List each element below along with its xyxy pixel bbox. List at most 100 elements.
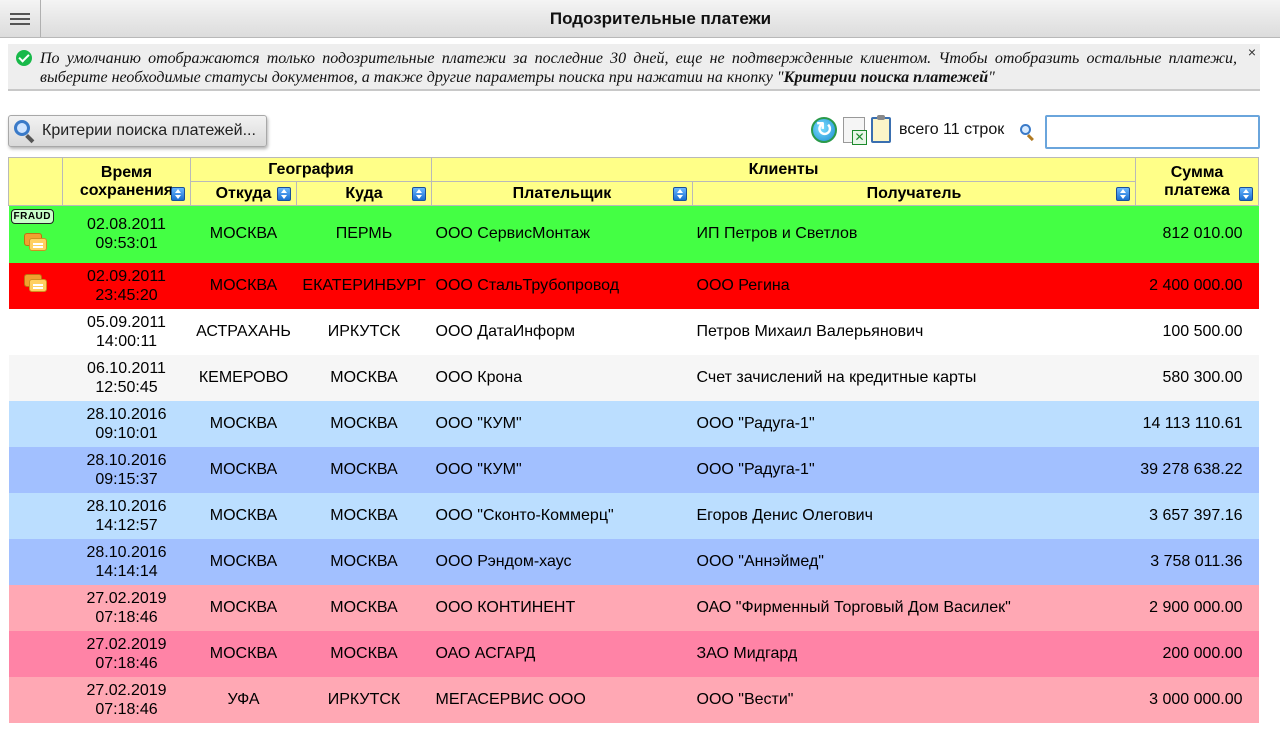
close-icon[interactable]: × [1248,44,1256,60]
table-row[interactable]: 27.02.2019 07:18:46 МОСКВА МОСКВА ОАО АСГАРД… [8,630,1259,677]
sort-icon[interactable] [1116,187,1131,201]
payer-cell: ООО ДатаИнформ [435,322,576,340]
header-payer-label: Плательщик [512,184,612,202]
flag-cell [9,493,63,539]
table-row[interactable]: 28.10.2016 14:12:57 МОСКВА МОСКВА ООО "Сконт… [8,492,1259,539]
table-row[interactable]: 28.10.2016 09:15:37 МОСКВА МОСКВА ООО "КУМ" О… [8,446,1259,493]
table-row[interactable]: 06.10.2011 12:50:45 КЕМЕРОВО МОСКВА ООО Крон… [8,354,1259,401]
recipient-cell: ООО "Радуга-1" [696,460,815,478]
payer-cell: ООО Рэндом-хаус [435,552,572,570]
flag-cell [9,447,63,493]
from-cell: МОСКВА [209,598,278,616]
recipient-cell: ОАО "Фирменный Торговый Дом Василек" [696,598,1011,616]
saved-time: 14:14:14 [95,562,158,580]
flag-cell [9,401,63,447]
header-time-label: Время сохранения [79,163,174,199]
header-to-label: Куда [345,184,383,202]
saved-date: 28.10.2016 [86,543,167,561]
refresh-icon[interactable] [811,117,837,143]
toolbar-icons: всего 11 строк [811,115,1004,145]
export-excel-icon[interactable] [843,117,867,145]
amount-cell: 3 758 011.36 [1150,552,1243,570]
sort-icon[interactable] [277,187,291,201]
table-row[interactable]: 27.02.2019 07:18:46 МОСКВА МОСКВА ООО КОНТИН… [8,584,1259,631]
from-cell: МОСКВА [209,225,278,243]
comments-icon[interactable] [23,273,48,294]
amount-cell: 3 657 397.16 [1149,506,1243,524]
amount-cell: 14 113 110.61 [1142,414,1243,432]
search-criteria-button[interactable]: Критерии поиска платежей... [8,115,267,147]
payer-cell: ООО СервисМонтаж [435,225,591,243]
header-recipient-label: Получатель [866,184,962,202]
saved-date: 02.09.2011 [87,267,166,285]
recipient-cell: Петров Михаил Валерьянович [696,322,924,340]
header-recipient[interactable]: Получатель [691,181,1137,206]
from-cell: МОСКВА [209,506,278,524]
sort-icon[interactable] [412,187,426,201]
flag-cell: FRAUD [9,206,63,263]
notice-criteria-link: Критерии поиска платежей [783,69,989,86]
to-cell: МОСКВА [330,414,398,432]
info-notice: По умолчанию отображаются только подозри… [8,44,1260,91]
fraud-badge: FRAUD [10,209,54,224]
saved-time: 14:12:57 [95,516,158,534]
sort-icon[interactable] [171,187,185,201]
notice-text-body: По умолчанию отображаются только подозри… [40,50,1237,86]
clipboard-icon[interactable] [871,115,891,143]
table-row[interactable]: FRAUD 02.08.2011 09:53:01 МОСКВА ПЕРМЬ ООО Се… [8,205,1259,263]
time-cell: 27.02.2019 07:18:46 [63,585,191,631]
saved-time: 07:18:46 [95,608,158,626]
comments-icon[interactable] [23,233,48,253]
to-cell: МОСКВА [330,598,398,616]
from-cell: МОСКВА [209,644,278,662]
saved-date: 28.10.2016 [86,405,167,423]
sort-icon[interactable] [1239,187,1254,201]
sort-icon[interactable] [673,187,687,201]
saved-date: 27.02.2019 [86,681,167,699]
to-cell: ЕКАТЕРИНБУРГ [302,276,426,294]
header-amount[interactable]: Сумма платежа [1135,157,1260,206]
from-cell: КЕМЕРОВО [198,368,289,386]
amount-cell: 100 500.00 [1162,322,1243,340]
to-cell: МОСКВА [330,506,398,524]
flag-cell [9,355,63,401]
recipient-cell: Егоров Денис Олегович [696,506,873,524]
to-cell: МОСКВА [330,552,398,570]
time-cell: 27.02.2019 07:18:46 [63,677,191,723]
time-cell: 02.08.2011 09:53:01 [63,206,191,263]
magnifier-icon [13,119,37,144]
flag-cell [9,631,63,677]
amount-cell: 812 010.00 [1162,225,1243,243]
table-row[interactable]: 27.02.2019 07:18:46 УФА ИРКУТСК МЕГАСЕРВИС О… [8,676,1259,723]
table-row[interactable]: 02.09.2011 23:45:20 МОСКВА ЕКАТЕРИНБУРГ ООО … [8,262,1259,309]
table-row[interactable]: 05.09.2011 14:00:11 АСТРАХАНЬ ИРКУТСК ООО Да… [8,308,1259,355]
search-input[interactable] [1045,115,1260,149]
header-time[interactable]: Время сохранения [62,157,191,206]
page-title: Подозрительные платежи [549,9,772,28]
header-clients: Клиенты [430,157,1137,182]
to-cell: ИРКУТСК [327,322,401,340]
to-cell: ПЕРМЬ [335,225,393,243]
saved-time: 14:00:11 [95,332,158,350]
recipient-cell: ООО Регина [696,276,790,294]
recipient-cell: ИП Петров и Светлов [696,225,858,243]
amount-cell: 200 000.00 [1162,644,1243,662]
amount-cell: 2 400 000.00 [1149,276,1243,294]
payer-cell: ООО "Сконто-Коммерц" [435,506,614,524]
saved-date: 06.10.2011 [87,359,166,377]
time-cell: 05.09.2011 14:00:11 [63,309,191,355]
table-row[interactable]: 28.10.2016 14:14:14 МОСКВА МОСКВА ООО Рэндом… [8,538,1259,585]
header-payer[interactable]: Плательщик [431,181,693,206]
table-row[interactable]: 28.10.2016 09:10:01 МОСКВА МОСКВА ООО "КУМ" О… [8,400,1259,447]
saved-date: 27.02.2019 [86,635,167,653]
search-icon[interactable] [1020,124,1036,142]
header-from[interactable]: Откуда [190,181,297,206]
saved-time: 09:15:37 [95,470,158,488]
title-bar: Подозрительные платежи [0,0,1280,38]
notice-text-end: " [988,69,995,86]
recipient-cell: ООО "Аннэймед" [696,552,824,570]
header-to[interactable]: Куда [296,181,432,206]
saved-time: 23:45:20 [95,286,158,304]
from-cell: УФА [227,690,260,708]
hamburger-menu-icon[interactable] [0,0,41,37]
